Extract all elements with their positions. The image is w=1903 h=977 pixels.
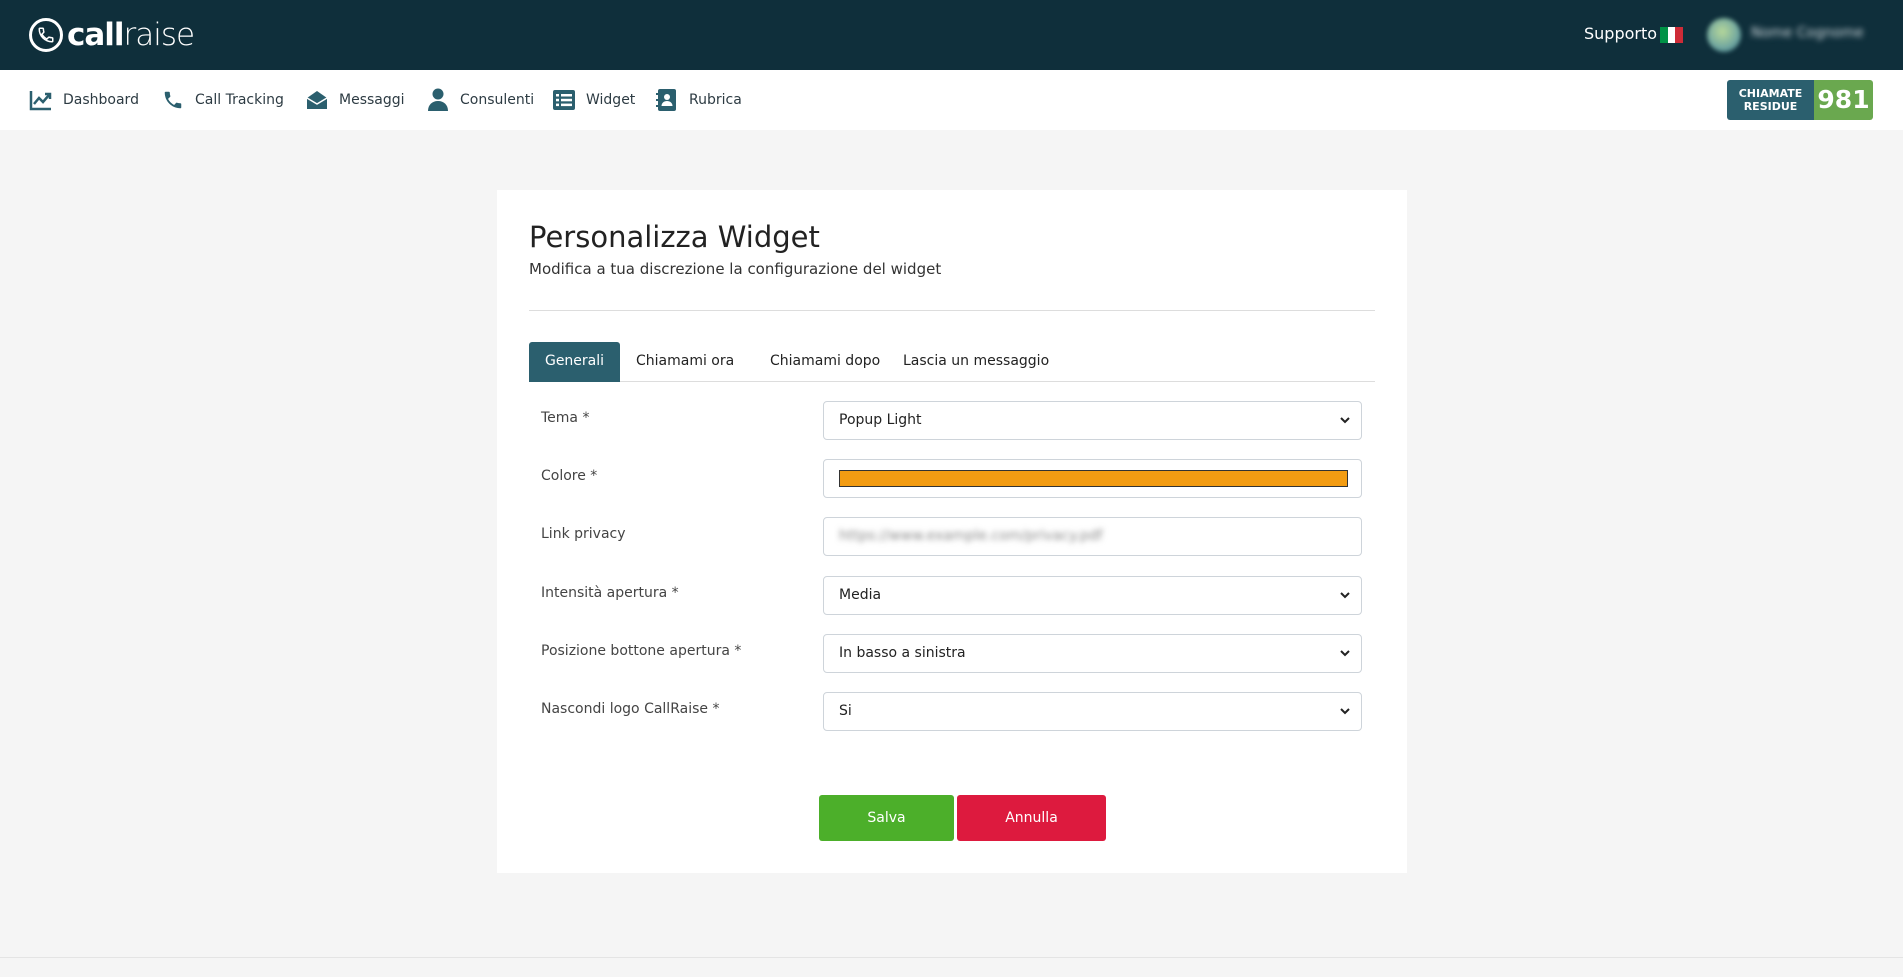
privacy-link-input[interactable]: https://www.example.com/privacy.pdf	[823, 517, 1362, 556]
remaining-calls-value: 981	[1814, 80, 1873, 120]
colore-label: Colore *	[541, 468, 598, 484]
tema-label: Tema *	[541, 410, 590, 426]
posizione-label: Posizione bottone apertura *	[541, 643, 742, 659]
page-subtitle: Modifica a tua discrezione la configuraz…	[529, 260, 942, 278]
nav-item-consulenti[interactable]: Consulenti	[425, 70, 534, 130]
chevron-down-icon	[1340, 708, 1350, 715]
nav-item-dashboard[interactable]: Dashboard	[28, 70, 139, 130]
cancel-button[interactable]: Annulla	[957, 795, 1106, 841]
tab-lascia-un-messaggio[interactable]: Lascia un messaggio	[887, 342, 1065, 382]
brand-name: callraise	[67, 17, 195, 53]
color-swatch[interactable]	[839, 470, 1348, 487]
tab-chiamami-ora[interactable]: Chiamami ora	[620, 342, 750, 382]
nav-item-call-tracking[interactable]: Call Tracking	[160, 70, 284, 130]
callraise-logo[interactable]: callraise	[29, 16, 195, 54]
settings-tabs: Generali Chiamami ora Chiamami dopo Lasc…	[529, 342, 1375, 382]
nav-item-widget[interactable]: Widget	[551, 70, 635, 130]
privacy-link-label: Link privacy	[541, 526, 626, 542]
remaining-calls-label: CHIAMATE RESIDUE	[1727, 80, 1814, 120]
support-link[interactable]: Supporto	[1584, 24, 1657, 43]
user-menu[interactable]: Nome Cognome	[1751, 25, 1864, 41]
color-picker-field[interactable]	[823, 459, 1362, 498]
chevron-down-icon	[1340, 650, 1350, 657]
footer-divider	[0, 957, 1903, 958]
envelope-open-icon	[304, 87, 330, 113]
list-alt-icon	[551, 87, 577, 113]
save-button[interactable]: Salva	[819, 795, 954, 841]
page-title: Personalizza Widget	[529, 220, 820, 254]
phone-circle-icon	[29, 18, 63, 52]
intensita-select[interactable]: Media	[823, 576, 1362, 615]
italian-flag-icon[interactable]	[1660, 27, 1684, 43]
widget-settings-card: Personalizza Widget Modifica a tua discr…	[497, 190, 1407, 873]
tab-chiamami-dopo[interactable]: Chiamami dopo	[754, 342, 896, 382]
chevron-down-icon	[1340, 417, 1350, 424]
tab-generali[interactable]: Generali	[529, 342, 620, 382]
remaining-calls-badge: CHIAMATE RESIDUE 981	[1727, 80, 1873, 120]
address-book-icon	[654, 87, 680, 113]
nascondi-logo-label: Nascondi logo CallRaise *	[541, 701, 720, 717]
divider	[529, 310, 1375, 311]
chevron-down-icon	[1340, 592, 1350, 599]
nav-item-rubrica[interactable]: Rubrica	[654, 70, 742, 130]
avatar[interactable]	[1707, 18, 1741, 52]
nav-item-messaggi[interactable]: Messaggi	[304, 70, 405, 130]
phone-icon	[160, 87, 186, 113]
chart-line-icon	[28, 87, 54, 113]
main-nav: Dashboard Call Tracking Messaggi Consule…	[0, 70, 1903, 130]
nascondi-logo-select[interactable]: Si	[823, 692, 1362, 731]
intensita-label: Intensità apertura *	[541, 585, 679, 601]
posizione-select[interactable]: In basso a sinistra	[823, 634, 1362, 673]
user-icon	[425, 87, 451, 113]
top-bar: callraise Supporto Nome Cognome	[0, 0, 1903, 70]
tema-select[interactable]: Popup Light	[823, 401, 1362, 440]
